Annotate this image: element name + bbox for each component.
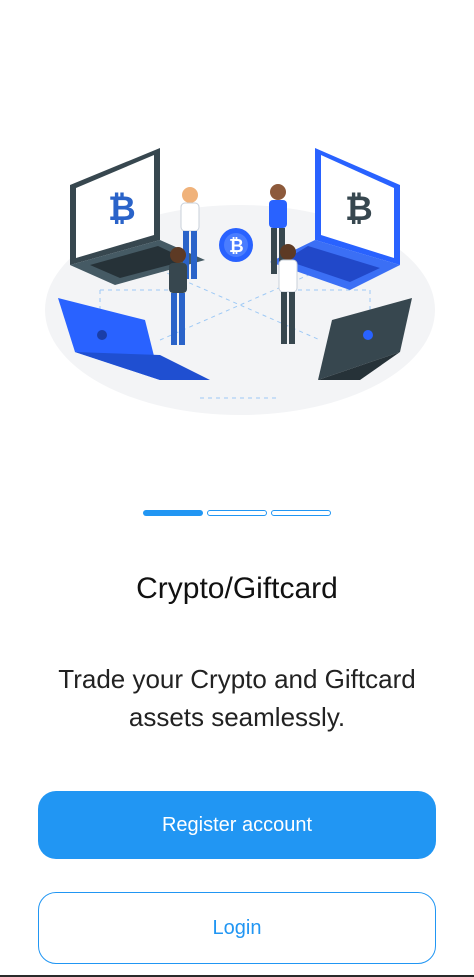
page-dot	[271, 510, 331, 516]
page-dot-active	[143, 510, 203, 516]
svg-text:₿: ₿	[229, 236, 244, 256]
page-subtitle: Trade your Crypto and Giftcard assets se…	[58, 664, 416, 732]
svg-text:₿: ₿	[345, 190, 373, 228]
page-dot	[207, 510, 267, 516]
crypto-trading-illustration: ₿ ₿ ₿	[45, 148, 435, 415]
svg-text:₿: ₿	[108, 190, 136, 228]
page-title: Crypto/Giftcard	[136, 572, 338, 605]
login-button[interactable]: Login	[38, 892, 436, 964]
bitcoin-coin: ₿	[219, 228, 253, 262]
register-account-button[interactable]: Register account	[38, 791, 436, 859]
page-indicator	[0, 510, 474, 516]
